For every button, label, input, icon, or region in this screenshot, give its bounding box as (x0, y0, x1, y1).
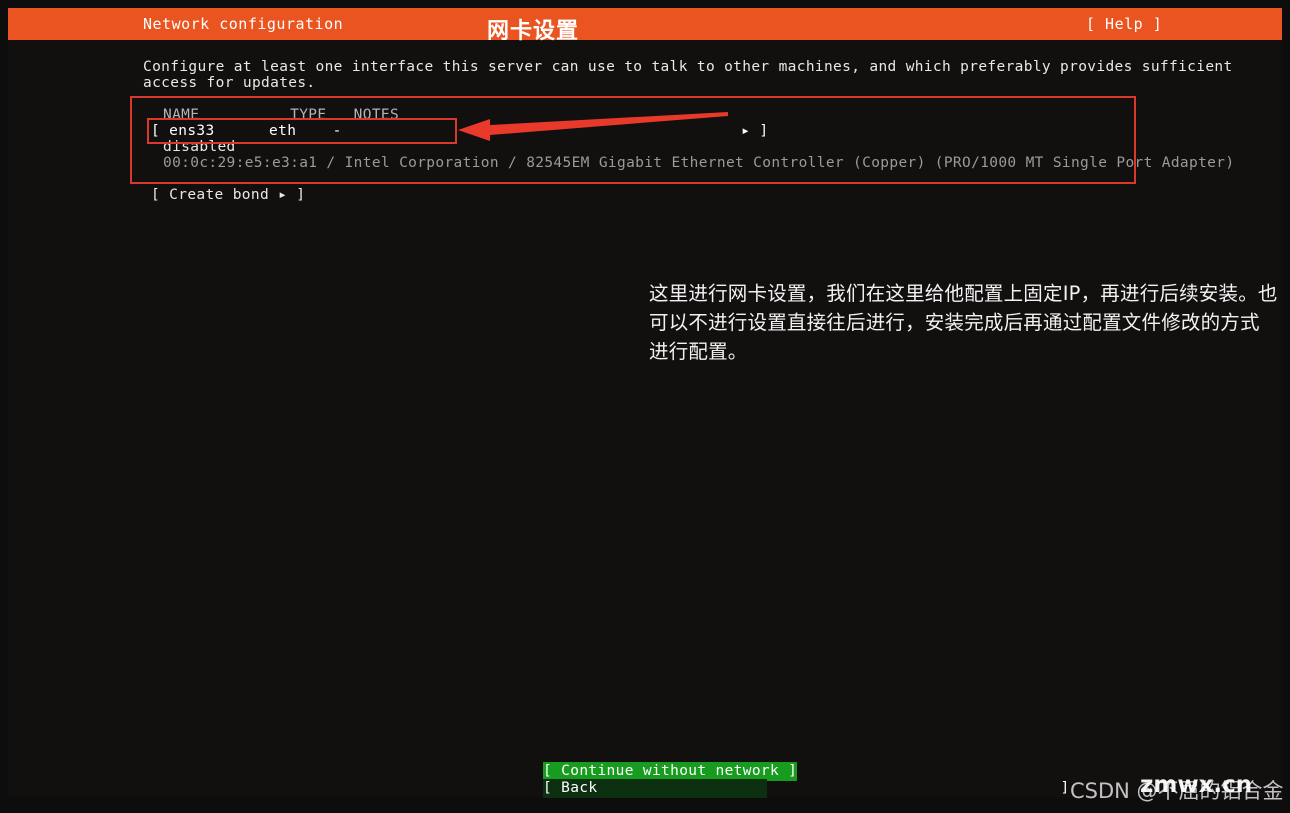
terminal-window: Network configuration [ Help ] 网卡设置 Conf… (8, 8, 1282, 798)
interface-status-label: disabled (163, 139, 236, 155)
header-bar: Network configuration [ Help ] 网卡设置 (8, 8, 1282, 44)
table-row[interactable]: [ ens33 eth - ▸ ] (151, 123, 768, 139)
table-column-headers: NAME TYPE NOTES (163, 107, 400, 123)
annotation-header-title: 网卡设置 (487, 19, 580, 44)
help-button[interactable]: [ Help ] (1086, 15, 1162, 33)
site-watermark: zmwx.cn (1140, 772, 1253, 798)
back-button[interactable]: [ Back ] (543, 779, 1069, 798)
screen-root: Network configuration [ Help ] 网卡设置 Conf… (0, 0, 1290, 813)
interface-device-details: 00:0c:29:e5:e3:a1 / Intel Corporation / … (163, 155, 1235, 171)
annotation-note-text: 这里进行网卡设置，我们在这里给他配置上固定IP，再进行后续安装。也可以不进行设置… (649, 282, 1278, 363)
create-bond-button[interactable]: [ Create bond ▸ ] (151, 187, 305, 203)
intro-text-line-1: Configure at least one interface this se… (143, 59, 1233, 75)
page-title: Network configuration (143, 15, 344, 33)
intro-text-line-2: access for updates. (143, 75, 316, 91)
